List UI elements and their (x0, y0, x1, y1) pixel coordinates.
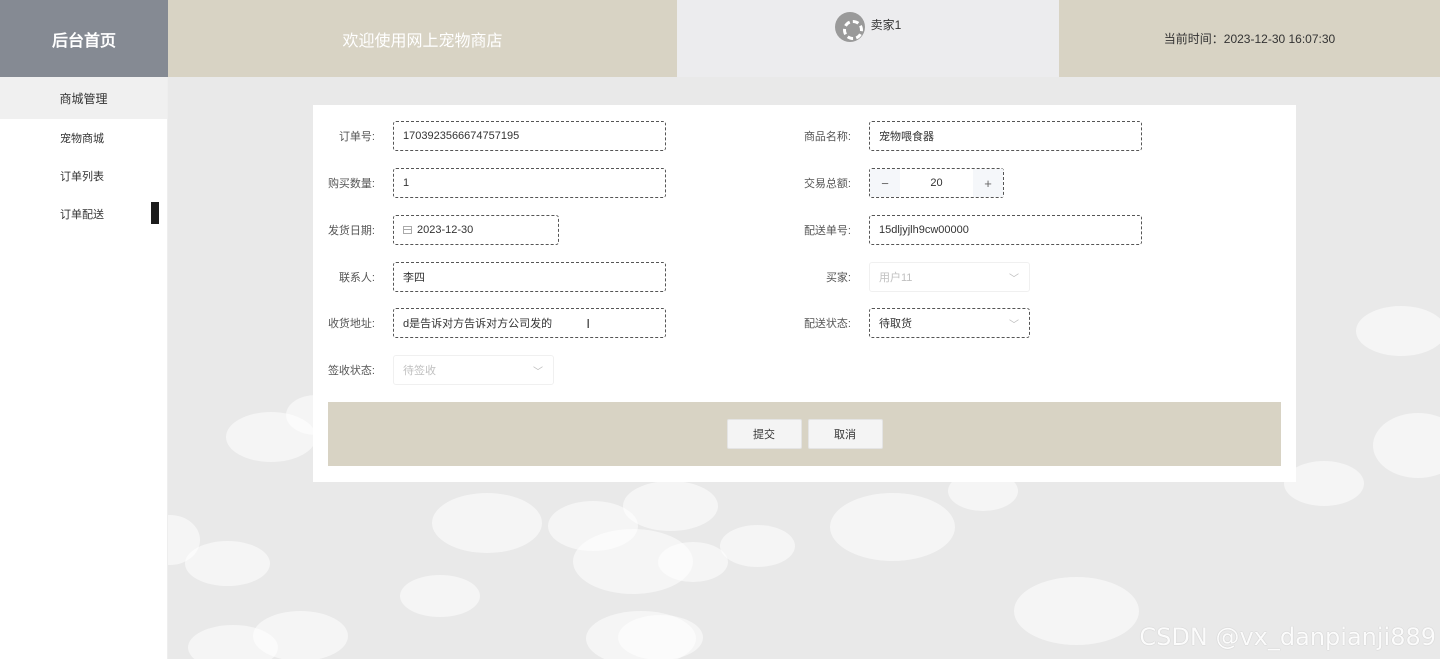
delivery-status-value: 待取货 (879, 318, 912, 330)
background-bubble (720, 525, 795, 567)
form-row-buyer: 买家: 用户11 ﹀ (789, 262, 1030, 292)
background-bubble (1014, 577, 1139, 645)
form-row-quantity: 购买数量: 1 (313, 168, 666, 198)
sidebar-item-pet-mall[interactable]: 宠物商城 (0, 119, 167, 157)
delivery-status-select[interactable]: 待取货 ﹀ (869, 308, 1030, 338)
ship-date-value: 2023-12-30 (417, 224, 474, 236)
buyer-select: 用户11 ﹀ (869, 262, 1030, 292)
tracking-no-input[interactable]: 15dljyjlh9cw00000 (869, 215, 1142, 245)
sign-status-select: 待签收 ﹀ (393, 355, 554, 385)
address-input[interactable]: d是告诉对方告诉对方公司发的 I (393, 308, 666, 338)
order-no-label: 订单号: (338, 131, 375, 143)
address-label: 收货地址: (327, 318, 375, 330)
background-bubble (618, 615, 703, 659)
form-row-product-name: 商品名称: 宠物喂食器 (789, 121, 1142, 151)
watermark: CSDN @vx_danpianji889 (1139, 623, 1436, 651)
buyer-label: 买家: (825, 272, 851, 284)
current-time: 当前时间：2023-12-30 16:07:30 (1059, 0, 1440, 77)
user-area[interactable]: 卖家1 (677, 0, 1059, 77)
address-value: d是告诉对方告诉对方公司发的 (403, 318, 553, 330)
sign-status-value: 待签收 (403, 365, 436, 377)
chevron-down-icon: ﹀ (1009, 319, 1019, 331)
background-bubble (432, 493, 542, 553)
home-brand[interactable]: 后台首页 (0, 0, 168, 77)
buyer-value: 用户11 (879, 272, 913, 284)
main-content: 订单号: 1703923566674757195 商品名称: 宠物喂食器 购买数… (168, 77, 1440, 659)
background-bubble (830, 493, 955, 561)
product-name-label: 商品名称: (803, 131, 851, 143)
user-name: 卖家1 (870, 18, 902, 32)
chevron-down-icon: ﹀ (533, 366, 543, 378)
plus-icon[interactable]: + (973, 169, 1003, 197)
delivery-form: 订单号: 1703923566674757195 商品名称: 宠物喂食器 购买数… (313, 105, 1296, 482)
sidebar-group-mall[interactable]: 商城管理 (0, 77, 167, 119)
contact-label: 联系人: (338, 272, 375, 284)
chevron-down-icon: ﹀ (1009, 273, 1019, 285)
sidebar-item-order-list[interactable]: 订单列表 (0, 157, 167, 195)
total-stepper[interactable]: − 20 + (869, 168, 1004, 198)
ship-date-picker[interactable]: 2023-12-30 (393, 215, 559, 245)
tracking-no-label: 配送单号: (803, 225, 851, 237)
avatar[interactable] (834, 12, 865, 42)
ship-date-label: 发货日期: (327, 225, 375, 237)
total-value[interactable]: 20 (900, 169, 973, 197)
form-row-total: 交易总额: − 20 + (789, 168, 1004, 198)
calendar-icon (403, 226, 412, 234)
sidebar-item-order-delivery[interactable]: 订单配送 (0, 195, 167, 233)
background-bubble (1356, 306, 1440, 356)
top-header: 后台首页 欢迎使用网上宠物商店 卖家1 当前时间：2023-12-30 16:0… (0, 0, 1440, 77)
quantity-label: 购买数量: (327, 178, 375, 190)
total-label: 交易总额: (803, 178, 851, 190)
form-row-order-no: 订单号: 1703923566674757195 (313, 121, 666, 151)
delivery-status-label: 配送状态: (803, 318, 851, 330)
welcome-banner: 欢迎使用网上宠物商店 (168, 0, 677, 77)
form-row-sign-status: 签收状态: 待签收 ﹀ (313, 355, 554, 385)
form-actions: 提交 取消 (328, 402, 1281, 466)
form-row-tracking-no: 配送单号: 15dljyjlh9cw00000 (789, 215, 1142, 245)
minus-icon[interactable]: − (870, 169, 900, 197)
order-no-input[interactable]: 1703923566674757195 (393, 121, 666, 151)
product-name-input[interactable]: 宠物喂食器 (869, 121, 1142, 151)
background-bubble (400, 575, 480, 617)
sign-status-label: 签收状态: (327, 365, 375, 377)
contact-input[interactable]: 李四 (393, 262, 666, 292)
form-row-ship-date: 发货日期: 2023-12-30 (313, 215, 559, 245)
sidebar: 商城管理 宠物商城 订单列表 订单配送 (0, 77, 168, 659)
form-row-delivery-status: 配送状态: 待取货 ﹀ (789, 308, 1030, 338)
background-bubble (1373, 413, 1440, 478)
background-bubble (623, 481, 718, 531)
background-bubble (658, 542, 728, 582)
submit-button[interactable]: 提交 (726, 419, 802, 449)
form-row-contact: 联系人: 李四 (313, 262, 666, 292)
text-cursor-icon: I (586, 315, 590, 331)
form-row-address: 收货地址: d是告诉对方告诉对方公司发的 I (313, 308, 666, 338)
quantity-input[interactable]: 1 (393, 168, 666, 198)
background-bubble (1284, 461, 1364, 506)
cancel-button[interactable]: 取消 (807, 419, 883, 449)
